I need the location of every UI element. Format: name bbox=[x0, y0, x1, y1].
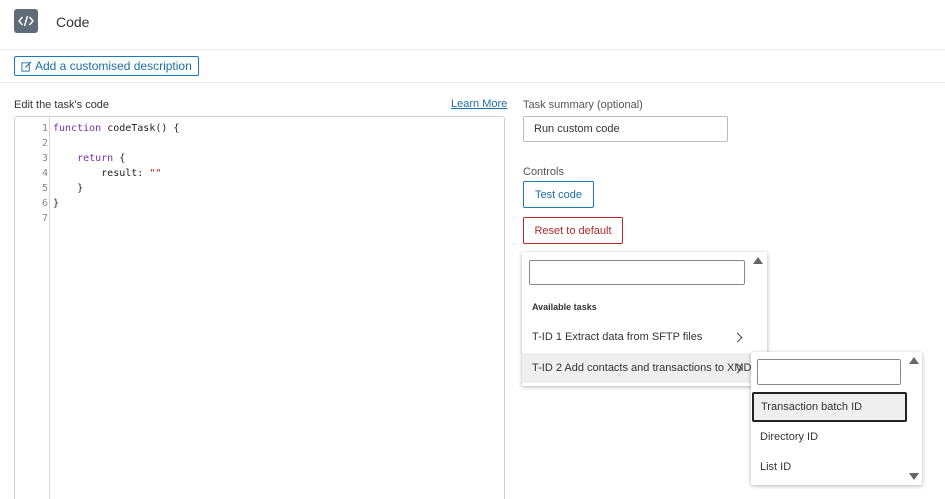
code-line: result: "" bbox=[53, 166, 161, 181]
task-summary-input[interactable]: Run custom code bbox=[523, 116, 728, 142]
edit-icon bbox=[21, 61, 32, 72]
code-line: return { bbox=[53, 151, 125, 166]
code-icon bbox=[14, 9, 38, 33]
available-tasks-heading: Available tasks bbox=[532, 302, 597, 312]
field-option-directory-id[interactable]: Directory ID bbox=[751, 422, 909, 452]
scroll-up-icon[interactable] bbox=[909, 357, 919, 364]
task-summary-label: Task summary (optional) bbox=[523, 99, 643, 111]
learn-more-link[interactable]: Learn More bbox=[451, 98, 507, 110]
code-line: function codeTask() { bbox=[53, 121, 179, 136]
scroll-down-icon[interactable] bbox=[909, 473, 919, 480]
code-token: } bbox=[53, 198, 60, 209]
code-editor-label: Edit the task's code bbox=[14, 99, 110, 111]
line-number: 4 bbox=[41, 168, 48, 179]
code-editor[interactable]: 1 2 3 4 5 6 7 function codeTask() { return { r… bbox=[14, 116, 505, 499]
line-number: 1 bbox=[41, 123, 48, 134]
add-description-label: Add a customised description bbox=[35, 59, 192, 73]
code-token: codeTask() { bbox=[107, 123, 180, 134]
code-token: function bbox=[53, 123, 108, 134]
line-number: 7 bbox=[41, 213, 48, 224]
scroll-up-icon[interactable] bbox=[753, 257, 763, 264]
task-item-label: T-ID 2 Add contacts and transactions to … bbox=[532, 362, 752, 374]
code-token: "" bbox=[149, 168, 162, 179]
task-item-2[interactable]: T-ID 2 Add contacts and transactions to … bbox=[522, 353, 767, 383]
tasks-search-input[interactable] bbox=[529, 260, 745, 285]
code-token: } bbox=[53, 183, 84, 194]
line-number: 6 bbox=[41, 198, 48, 209]
code-token: result: bbox=[53, 168, 150, 179]
task-item-1[interactable]: T-ID 1 Extract data from SFTP files bbox=[522, 322, 767, 352]
code-token: return bbox=[53, 153, 114, 164]
page-header: Code bbox=[0, 0, 945, 50]
add-description-button[interactable]: Add a customised description bbox=[14, 56, 199, 76]
code-line: } bbox=[53, 181, 83, 196]
code-line: } bbox=[53, 196, 59, 211]
reset-to-default-button[interactable]: Reset to default bbox=[523, 217, 623, 244]
field-option-transaction-batch-id[interactable]: Transaction batch ID bbox=[752, 392, 907, 422]
tasks-dropdown-menu: Available tasks T-ID 1 Extract data from… bbox=[522, 252, 767, 386]
line-number: 2 bbox=[41, 138, 48, 149]
line-number-gutter: 1 2 3 4 5 6 7 bbox=[15, 117, 50, 499]
fields-submenu: Transaction batch ID Directory ID List I… bbox=[751, 352, 922, 485]
controls-label: Controls bbox=[523, 166, 564, 178]
field-option-list-id[interactable]: List ID bbox=[751, 452, 909, 482]
task-item-label: T-ID 1 Extract data from SFTP files bbox=[532, 331, 703, 343]
page-title: Code bbox=[56, 14, 90, 30]
fields-search-input[interactable] bbox=[757, 359, 901, 385]
line-number: 3 bbox=[41, 153, 48, 164]
test-code-button[interactable]: Test code bbox=[523, 181, 594, 208]
line-number: 5 bbox=[41, 183, 48, 194]
description-bar: Add a customised description bbox=[0, 50, 945, 83]
chevron-right-icon bbox=[732, 332, 743, 342]
code-token: { bbox=[113, 153, 126, 164]
